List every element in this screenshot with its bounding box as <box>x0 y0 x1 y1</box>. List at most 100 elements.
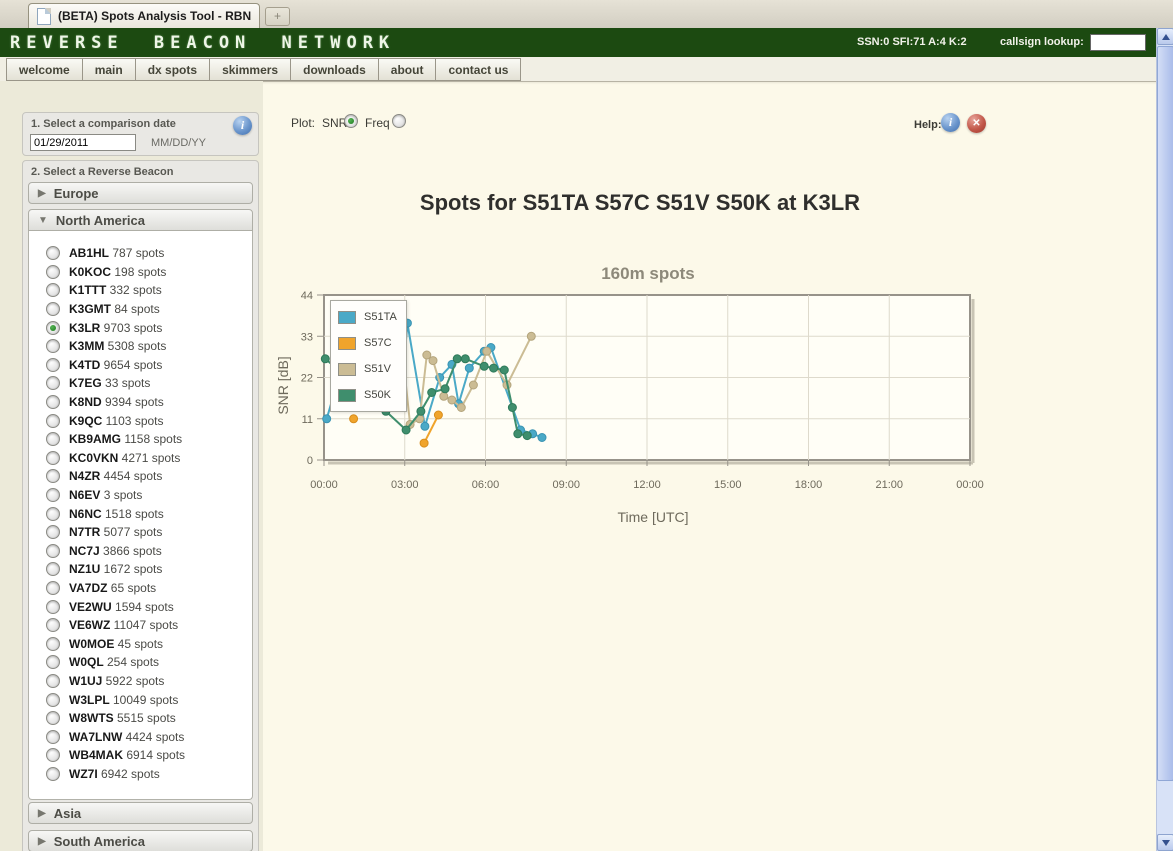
beacon-radio[interactable] <box>46 562 60 576</box>
beacon-radio[interactable] <box>46 339 60 353</box>
beacon-option-nc7j[interactable]: NC7J 3866 spots <box>29 542 252 561</box>
beacon-option-n7tr[interactable]: N7TR 5077 spots <box>29 523 252 542</box>
beacon-option-k7eg[interactable]: K7EG 33 spots <box>29 374 252 393</box>
scrollbar-thumb[interactable] <box>1157 46 1173 781</box>
beacon-radio[interactable] <box>46 358 60 372</box>
beacon-option-wa7lnw[interactable]: WA7LNW 4424 spots <box>29 727 252 746</box>
beacon-callsign: W1UJ <box>69 674 102 688</box>
beacon-spot-count: 6914 spots <box>123 748 185 762</box>
beacon-callsign: K9QC <box>69 414 102 428</box>
beacon-option-nz1u[interactable]: NZ1U 1672 spots <box>29 560 252 579</box>
beacon-option-va7dz[interactable]: VA7DZ 65 spots <box>29 579 252 598</box>
beacon-radio[interactable] <box>46 507 60 521</box>
beacon-option-wz7i[interactable]: WZ7I 6942 spots <box>29 765 252 784</box>
beacon-radio[interactable] <box>46 693 60 707</box>
beacon-radio[interactable] <box>46 581 60 595</box>
data-point-s50k <box>402 426 410 434</box>
nav-item-about[interactable]: about <box>378 58 437 81</box>
beacon-radio[interactable] <box>46 414 60 428</box>
beacon-radio[interactable] <box>46 748 60 762</box>
beacon-option-w0ql[interactable]: W0QL 254 spots <box>29 653 252 672</box>
beacon-callsign: W3LPL <box>69 693 110 707</box>
browser-window: (BETA) Spots Analysis Tool - RBN - R... … <box>0 0 1173 851</box>
beacon-radio[interactable] <box>46 376 60 390</box>
beacon-radio[interactable] <box>46 618 60 632</box>
data-point-s50k <box>321 355 329 363</box>
beacon-option-kc0vkn[interactable]: KC0VKN 4271 spots <box>29 449 252 468</box>
beacon-option-k3lr[interactable]: K3LR 9703 spots <box>29 318 252 337</box>
beacon-radio[interactable] <box>46 674 60 688</box>
nav-item-skimmers[interactable]: skimmers <box>209 58 291 81</box>
accordion-asia[interactable]: ▶ Asia <box>28 802 253 824</box>
beacon-radio[interactable] <box>46 395 60 409</box>
beacon-option-w3lpl[interactable]: W3LPL 10049 spots <box>29 690 252 709</box>
beacon-option-ab1hl[interactable]: AB1HL 787 spots <box>29 244 252 263</box>
beacon-option-w0moe[interactable]: W0MOE 45 spots <box>29 634 252 653</box>
help-info-icon[interactable]: i <box>941 113 960 132</box>
accordion-south-america[interactable]: ▶ South America <box>28 830 253 851</box>
nav-item-downloads[interactable]: downloads <box>290 58 379 81</box>
plot-option-snr-radio[interactable] <box>344 114 358 128</box>
beacon-radio[interactable] <box>46 711 60 725</box>
beacon-option-k1ttt[interactable]: K1TTT 332 spots <box>29 281 252 300</box>
beacon-radio[interactable] <box>46 730 60 744</box>
beacon-radio[interactable] <box>46 451 60 465</box>
beacon-radio[interactable] <box>46 265 60 279</box>
beacon-radio[interactable] <box>46 600 60 614</box>
beacon-radio[interactable] <box>46 544 60 558</box>
nav-item-main[interactable]: main <box>82 58 136 81</box>
scroll-down-button[interactable] <box>1157 834 1173 851</box>
beacon-option-n6ev[interactable]: N6EV 3 spots <box>29 486 252 505</box>
beacon-radio[interactable] <box>46 525 60 539</box>
beacon-radio[interactable] <box>46 637 60 651</box>
vertical-scrollbar[interactable] <box>1156 28 1173 851</box>
beacon-radio[interactable] <box>46 432 60 446</box>
plot-option-freq-radio[interactable] <box>392 114 406 128</box>
nav-item-dx-spots[interactable]: dx spots <box>135 58 210 81</box>
beacon-option-k3mm[interactable]: K3MM 5308 spots <box>29 337 252 356</box>
beacon-radio[interactable] <box>46 469 60 483</box>
beacon-option-w8wts[interactable]: W8WTS 5515 spots <box>29 709 252 728</box>
nav-item-welcome[interactable]: welcome <box>6 58 83 81</box>
beacon-radio[interactable] <box>46 302 60 316</box>
beacon-callsign: VA7DZ <box>69 581 107 595</box>
beacon-radio[interactable] <box>46 488 60 502</box>
beacon-option-ve6wz[interactable]: VE6WZ 11047 spots <box>29 616 252 635</box>
beacon-option-k4td[interactable]: K4TD 9654 spots <box>29 356 252 375</box>
browser-tab[interactable]: (BETA) Spots Analysis Tool - RBN - R... <box>28 3 260 28</box>
beacon-radio[interactable] <box>46 767 60 781</box>
beacon-option-n4zr[interactable]: N4ZR 4454 spots <box>29 467 252 486</box>
beacon-option-k3gmt[interactable]: K3GMT 84 spots <box>29 300 252 319</box>
browser-tab-title: (BETA) Spots Analysis Tool - RBN - R... <box>58 9 251 23</box>
beacon-option-n6nc[interactable]: N6NC 1518 spots <box>29 504 252 523</box>
new-tab-button[interactable]: + <box>265 7 290 26</box>
callsign-lookup-input[interactable] <box>1090 34 1146 51</box>
beacon-radio[interactable] <box>46 246 60 260</box>
comparison-date-input[interactable] <box>30 134 136 151</box>
beacon-callsign: VE6WZ <box>69 618 110 632</box>
data-point-s50k <box>523 432 531 440</box>
beacon-option-k9qc[interactable]: K9QC 1103 spots <box>29 411 252 430</box>
accordion-europe[interactable]: ▶ Europe <box>28 182 253 204</box>
beacon-callsign: K4TD <box>69 358 100 372</box>
nav-item-contact-us[interactable]: contact us <box>435 58 521 81</box>
scroll-up-button[interactable] <box>1157 28 1173 45</box>
comparison-date-title: 1. Select a comparison date <box>31 118 176 130</box>
beacon-radio[interactable] <box>46 655 60 669</box>
beacon-option-k8nd[interactable]: K8ND 9394 spots <box>29 393 252 412</box>
beacon-radio[interactable] <box>46 321 60 335</box>
beacon-callsign: WB4MAK <box>69 748 123 762</box>
beacon-option-ve2wu[interactable]: VE2WU 1594 spots <box>29 597 252 616</box>
beacon-option-k0koc[interactable]: K0KOC 198 spots <box>29 263 252 282</box>
data-point-s50k <box>428 389 436 397</box>
beacon-spot-count: 5077 spots <box>100 525 162 539</box>
beacon-option-kb9amg[interactable]: KB9AMG 1158 spots <box>29 430 252 449</box>
help-close-icon[interactable]: ✕ <box>967 114 986 133</box>
beacon-radio[interactable] <box>46 283 60 297</box>
beacon-option-w1uj[interactable]: W1UJ 5922 spots <box>29 672 252 691</box>
beacon-spot-count: 1158 spots <box>121 432 182 446</box>
beacon-spot-count: 4454 spots <box>100 469 162 483</box>
date-info-icon[interactable]: i <box>233 116 252 135</box>
beacon-option-wb4mak[interactable]: WB4MAK 6914 spots <box>29 746 252 765</box>
accordion-north-america[interactable]: ▼ North America <box>28 209 253 231</box>
